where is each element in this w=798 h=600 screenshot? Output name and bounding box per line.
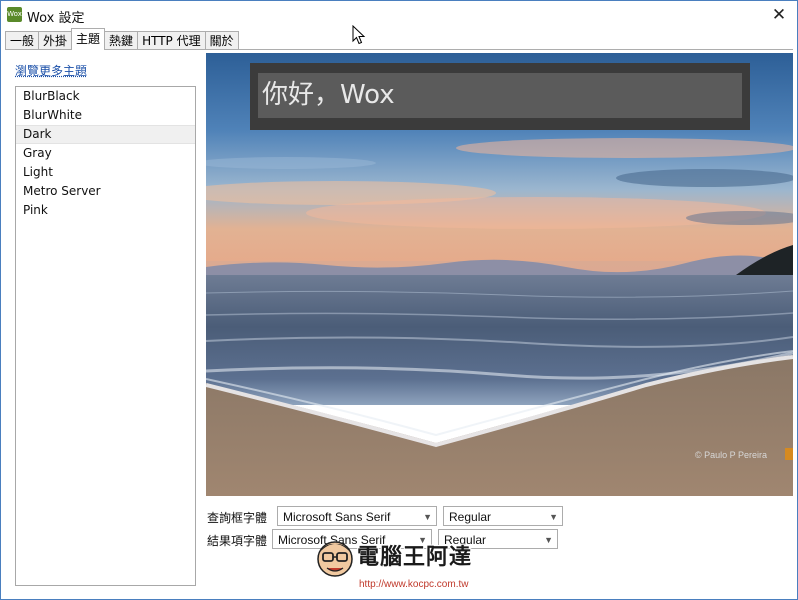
wox-app-icon: Wox <box>7 7 22 22</box>
query-input-preview: 你好，Wox <box>258 73 742 118</box>
query-font-style-select[interactable]: Regular ▼ <box>443 506 563 526</box>
query-font-family-value: Microsoft Sans Serif <box>283 510 391 524</box>
tab-http-proxy[interactable]: HTTP 代理 <box>137 31 206 50</box>
tab-divider <box>5 49 793 50</box>
title-bar: Wox Wox 設定 ✕ <box>1 1 797 29</box>
window-title: Wox 設定 <box>27 11 85 26</box>
theme-preview: 你好，Wox © Paulo P Pereira <box>206 53 793 496</box>
watermark-url: http://www.kocpc.com.tw <box>359 579 469 590</box>
tab-theme[interactable]: 主題 <box>71 28 106 50</box>
theme-item-blurblack[interactable]: BlurBlack <box>16 87 195 106</box>
watermark-title: 電腦王阿達 <box>357 545 473 570</box>
theme-item-gray[interactable]: Gray <box>16 144 195 163</box>
mouse-cursor-icon <box>352 25 366 45</box>
chevron-down-icon: ▼ <box>544 535 553 545</box>
theme-item-blurwhite[interactable]: BlurWhite <box>16 106 195 125</box>
tab-hotkey[interactable]: 熱鍵 <box>104 31 139 50</box>
bing-logo-icon <box>785 448 793 460</box>
query-font-label: 查詢框字體 <box>207 511 268 525</box>
result-font-label: 結果項字體 <box>207 534 268 548</box>
theme-item-metro-server[interactable]: Metro Server <box>16 182 195 201</box>
theme-item-light[interactable]: Light <box>16 163 195 182</box>
tab-bar: 一般 外掛 主題 熱鍵 HTTP 代理 關於 <box>5 28 239 50</box>
tab-plugins[interactable]: 外掛 <box>38 31 73 50</box>
theme-item-dark[interactable]: Dark <box>16 125 195 144</box>
watermark: 電腦王阿達 http://www.kocpc.com.tw <box>315 533 495 593</box>
tab-general[interactable]: 一般 <box>5 31 40 50</box>
mascot-face-icon <box>317 541 353 577</box>
chevron-down-icon: ▼ <box>423 512 432 522</box>
settings-window: Wox Wox 設定 ✕ 一般 外掛 主題 熱鍵 HTTP 代理 關於 瀏覽更多… <box>0 0 798 600</box>
tab-about[interactable]: 關於 <box>204 31 239 50</box>
theme-item-pink[interactable]: Pink <box>16 201 195 220</box>
query-font-family-select[interactable]: Microsoft Sans Serif ▼ <box>277 506 437 526</box>
close-button[interactable]: ✕ <box>761 1 797 29</box>
theme-list[interactable]: BlurBlack BlurWhite Dark Gray Light Metr… <box>15 86 196 586</box>
query-box: 你好，Wox <box>250 63 750 130</box>
chevron-down-icon: ▼ <box>549 512 558 522</box>
query-font-style-value: Regular <box>449 510 492 524</box>
photo-credit: © Paulo P Pereira <box>694 450 767 460</box>
browse-more-themes-link[interactable]: 瀏覽更多主題 <box>15 62 87 79</box>
